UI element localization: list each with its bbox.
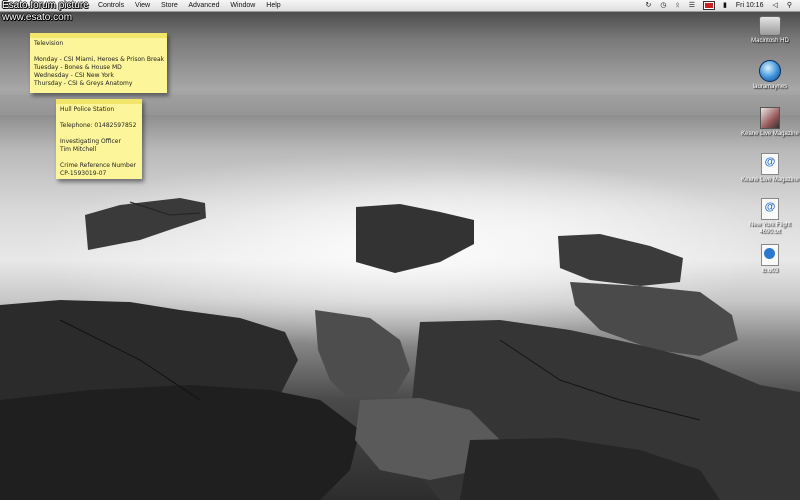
desktop-icon-label: lb.u03 <box>761 268 779 274</box>
desktop-icon-label: Macintosh HD <box>751 38 789 44</box>
desktop-icon-label: New York Flight 4690.txt <box>749 222 791 235</box>
hard-drive-icon <box>759 16 781 36</box>
sticky-title: Hull Police Station <box>60 106 115 113</box>
globe-icon <box>759 60 781 82</box>
input-menu-flag-icon[interactable] <box>703 2 714 9</box>
battery-icon[interactable]: ▮ <box>723 0 727 11</box>
sticky-line: Monday - CSI Miami, Heroes & Prison Brea… <box>34 56 165 63</box>
desktop-icon-keane-location[interactable]: @ Keane Live Magazine <box>740 153 800 184</box>
menu-list: Controls View Store Advanced Window Help <box>98 0 290 11</box>
desktop-icon-label: Keane Live Magazine <box>741 131 799 137</box>
clock[interactable]: Fri 10:16 <box>736 0 764 11</box>
desktop-icon-label: Keane Live Magazine <box>741 177 799 183</box>
desktop-icon-label: lauramaynes <box>752 84 788 90</box>
desktop-icon-lb-u03[interactable]: lb.u03 <box>740 244 800 275</box>
sticky-line: Tuesday - Bones & House MD <box>34 64 122 71</box>
sync-icon[interactable]: ↻ <box>646 0 652 11</box>
menu-window[interactable]: Window <box>230 2 255 9</box>
sticky-line: Telephone: 01482597852 <box>60 122 137 129</box>
menu-help[interactable]: Help <box>266 2 280 9</box>
menu-controls[interactable]: Controls <box>98 2 124 9</box>
sticky-line: Thursday - CSI & Greys Anatomy <box>34 80 133 87</box>
volume-icon[interactable]: ◁ <box>772 0 777 11</box>
internet-location-icon: @ <box>761 198 779 220</box>
sticky-line: Investigating Officer <box>60 138 121 145</box>
menu-store[interactable]: Store <box>161 2 178 9</box>
menu-view[interactable]: View <box>135 2 150 9</box>
sticky-line: Tim Mitchell <box>60 146 97 153</box>
desktop-icon-new-york-flight[interactable]: @ New York Flight 4690.txt <box>740 198 800 236</box>
watermark-line: Esato.forum picture <box>2 0 89 11</box>
time-machine-icon[interactable]: ◷ <box>660 0 666 11</box>
internet-location-icon: @ <box>761 153 779 175</box>
watermark: Esato.forum picture www.esato.com <box>2 0 89 24</box>
desktop-icon-macintosh-hd[interactable]: Macintosh HD <box>740 16 800 45</box>
sticky-line: Wednesday - CSI New York <box>34 72 114 79</box>
sticky-title: Television <box>34 40 64 47</box>
photo-file-icon <box>760 107 780 129</box>
watermark-url: www.esato.com <box>2 12 73 23</box>
sticky-line: Crime Reference Number <box>60 162 136 169</box>
wifi-icon[interactable]: ☰ <box>689 0 695 11</box>
sticky-line: CP-1593019-07 <box>60 170 107 177</box>
menu-bar: Controls View Store Advanced Window Help… <box>0 0 800 12</box>
desktop-icon-keane-photo[interactable]: Keane Live Magazine <box>740 107 800 138</box>
desktop-icon-lauramaynes[interactable]: lauramaynes <box>740 60 800 91</box>
menu-extras: ↻ ◷ ᛟ ☰ ▮ Fri 10:16 ◁ ⚲ <box>646 0 792 11</box>
bluetooth-icon[interactable]: ᛟ <box>676 0 680 11</box>
quicktime-file-icon <box>761 244 779 266</box>
spotlight-icon[interactable]: ⚲ <box>787 0 792 11</box>
sticky-note-police[interactable]: Hull Police Station Telephone: 014825978… <box>56 99 142 179</box>
sticky-note-television[interactable]: Television Monday - CSI Miami, Heroes & … <box>30 33 167 93</box>
menu-advanced[interactable]: Advanced <box>188 2 219 9</box>
